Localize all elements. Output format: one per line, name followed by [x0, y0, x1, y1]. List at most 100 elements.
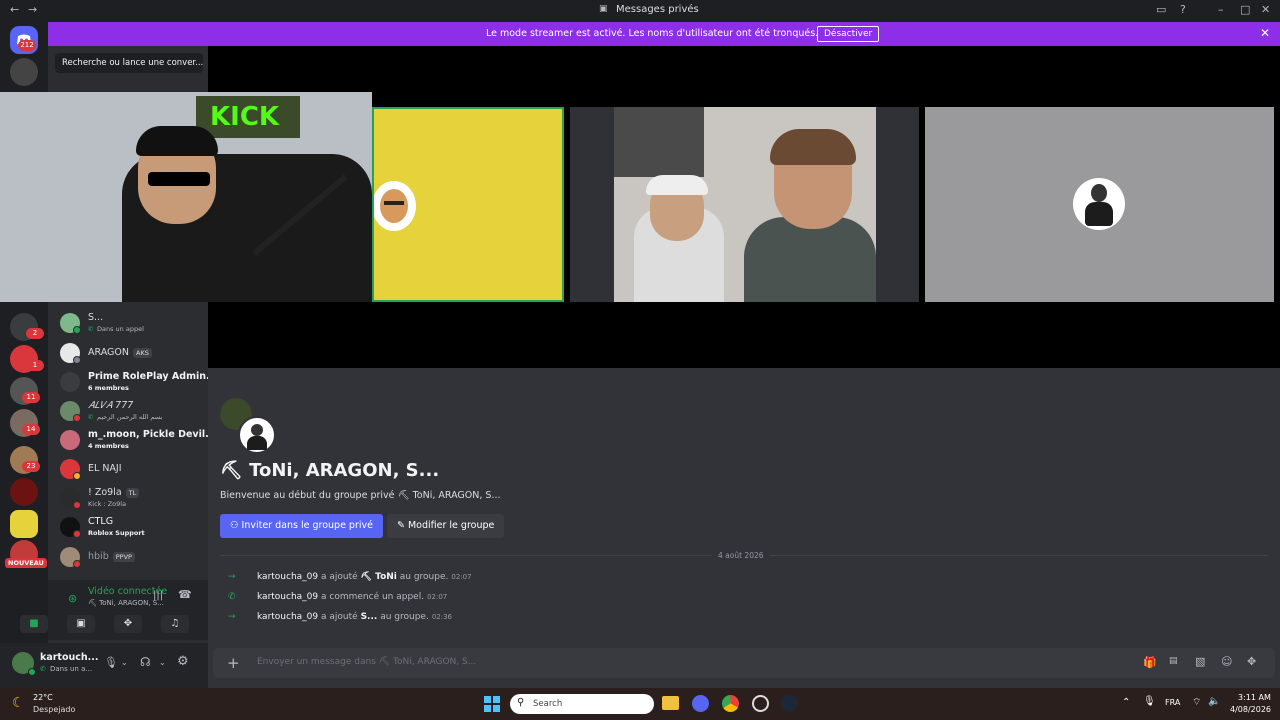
dm-name: 𝐴𝐿𝑉𝐴 777 [88, 400, 134, 411]
server-icon[interactable] [10, 478, 38, 506]
wifi-icon[interactable]: ⌔ [1192, 696, 1201, 709]
moon-icon[interactable]: ☾ [12, 695, 25, 711]
dm-item[interactable]: Prime RolePlay Admin... 6 membres [58, 369, 217, 395]
gear-icon[interactable]: ⚙ [177, 654, 189, 669]
dm-item[interactable]: 𝐴𝐿𝑉𝐴 777 ✆ بسم الله الرحمن الرحيم [58, 398, 206, 424]
dm-item[interactable]: S... ✆ Dans un appel [58, 310, 206, 336]
join-arrow-icon: → [228, 612, 236, 622]
chevron-up-icon[interactable]: ⌃ [1122, 697, 1130, 708]
message-author[interactable]: kartoucha_09 [257, 592, 318, 602]
app-icon[interactable] [752, 695, 769, 712]
participant-avatar [374, 181, 416, 231]
chevron-down-icon[interactable]: ⌄ [159, 658, 166, 667]
signal-icon[interactable]: ⊛ [68, 592, 77, 605]
discord-icon: ▣ [599, 4, 608, 14]
chrome-icon[interactable] [722, 695, 739, 712]
participant-tile[interactable] [925, 107, 1274, 302]
username[interactable]: kartouch... [40, 652, 98, 663]
status-online [73, 326, 81, 334]
file-explorer-icon[interactable] [662, 696, 679, 710]
group-avatar-front [238, 416, 276, 454]
back-icon[interactable]: ← [10, 3, 19, 16]
group-avatar [60, 372, 80, 392]
dm-item[interactable]: hbib PPVP [58, 544, 206, 570]
dm-item[interactable]: ARAGON AKS [58, 340, 206, 366]
message-author[interactable]: kartoucha_09 [257, 572, 318, 582]
status-offline [73, 356, 81, 364]
gif-icon[interactable]: ▤ [1169, 656, 1178, 666]
sticker-icon[interactable]: ▧ [1195, 655, 1205, 668]
dm-item[interactable]: EL NAJI [58, 456, 206, 482]
welcome-text: Bienvenue au début du groupe privé ⛏ ToN… [220, 490, 501, 501]
participant-video-tile[interactable] [570, 107, 919, 302]
guild-tag: AKS [133, 347, 152, 358]
dm-sub: Roblox Support [88, 529, 145, 537]
headphones-icon[interactable]: ☊ [140, 655, 151, 669]
status-online [28, 668, 36, 676]
microphone-icon[interactable]: 🎙 [104, 656, 118, 669]
soundboard-button[interactable]: ♫ [161, 615, 189, 633]
sunglasses [148, 172, 210, 186]
window-title: Messages privés [616, 4, 699, 15]
message-time: 02:07 [451, 573, 472, 581]
message-author[interactable]: kartoucha_09 [257, 612, 318, 622]
pencil-icon: ✎ [397, 520, 408, 531]
search-input[interactable]: Recherche ou lance une conver... [55, 53, 203, 73]
invite-button[interactable]: ⚇ Inviter dans le groupe privé [220, 514, 383, 538]
message-composer[interactable]: + Envoyer un message dans ⛏ ToNi, ARAGON… [213, 648, 1275, 678]
dm-item[interactable]: m_.moon, Pickle Devil... 4 membres [58, 427, 216, 453]
server-icon[interactable] [10, 58, 38, 86]
steam-icon[interactable] [781, 695, 798, 712]
participant-tile[interactable] [372, 107, 564, 302]
guild-tag: PPVP [112, 551, 135, 562]
add-attachment-icon[interactable]: + [227, 654, 240, 672]
kick-sign: KICK [196, 96, 300, 138]
group-title: ⛏ ToNi, ARAGON, S... [220, 460, 440, 481]
dm-name: EL NAJI [88, 463, 122, 474]
minimize-button[interactable]: – [1218, 3, 1224, 16]
clock-date[interactable]: 4/08/2026 [1230, 705, 1271, 714]
server-badge: 23 [22, 461, 40, 472]
phone-icon: ✆ [88, 413, 94, 421]
clock-time[interactable]: 3:11 AM [1238, 693, 1271, 702]
forward-icon[interactable]: → [28, 3, 37, 16]
search-placeholder: Recherche ou lance une conver... [62, 58, 204, 68]
new-badge: NOUVEAU [5, 558, 47, 568]
screen-share-button[interactable]: ▣ [67, 615, 95, 633]
dm-name: CTLG [88, 516, 114, 527]
discord-taskbar-icon[interactable] [692, 695, 709, 712]
help-icon[interactable]: ? [1180, 3, 1186, 16]
volume-icon[interactable]: 🔈 [1208, 696, 1220, 707]
gift-icon[interactable]: 🎁 [1143, 656, 1157, 669]
maximize-button[interactable]: □ [1240, 3, 1250, 16]
dm-item[interactable]: CTLG Roblox Support [58, 514, 206, 540]
date-divider: 4 août 2026 [712, 551, 770, 560]
emoji-icon[interactable]: ☺ [1221, 655, 1232, 668]
disable-streamer-button[interactable]: Désactiver [817, 26, 880, 42]
camera-button[interactable]: ■ [20, 615, 48, 633]
weather-desc[interactable]: Despejado [33, 705, 75, 714]
streamer-hair [136, 126, 218, 156]
edit-group-button[interactable]: ✎ Modifier le groupe [387, 514, 505, 538]
chevron-down-icon[interactable]: ⌄ [121, 658, 128, 667]
home-badge: 212 [18, 40, 36, 51]
noise-suppression-icon[interactable]: ||| [153, 590, 163, 601]
dm-item[interactable]: ! Zo9la TL Kick : Zo9la [58, 485, 206, 511]
close-window-button[interactable]: ✕ [1261, 3, 1270, 16]
apps-icon[interactable]: ✥ [1247, 655, 1256, 668]
activities-button[interactable]: ✥ [114, 615, 142, 633]
server-icon[interactable] [10, 510, 38, 538]
disconnect-icon[interactable]: ☎ [178, 588, 192, 601]
user-panel: kartouch... ✆ Dans un a... 🎙 ⌄ ☊ ⌄ ⚙ [0, 643, 208, 688]
status-dnd [73, 530, 81, 538]
message-time: 02:36 [431, 613, 452, 621]
windows-start-icon[interactable] [484, 696, 500, 712]
taskbar-search-input[interactable]: ⚲ Search [510, 694, 654, 714]
microphone-icon[interactable]: 🎙 [1143, 696, 1156, 707]
language-indicator[interactable]: FRA [1165, 698, 1180, 707]
guild-tag: TL [125, 487, 140, 498]
inbox-icon[interactable]: ▭ [1156, 3, 1166, 16]
phone-icon: ✆ [228, 592, 236, 602]
close-banner-icon[interactable]: ✕ [1260, 26, 1270, 40]
weather-temp[interactable]: 22°C [33, 693, 53, 702]
